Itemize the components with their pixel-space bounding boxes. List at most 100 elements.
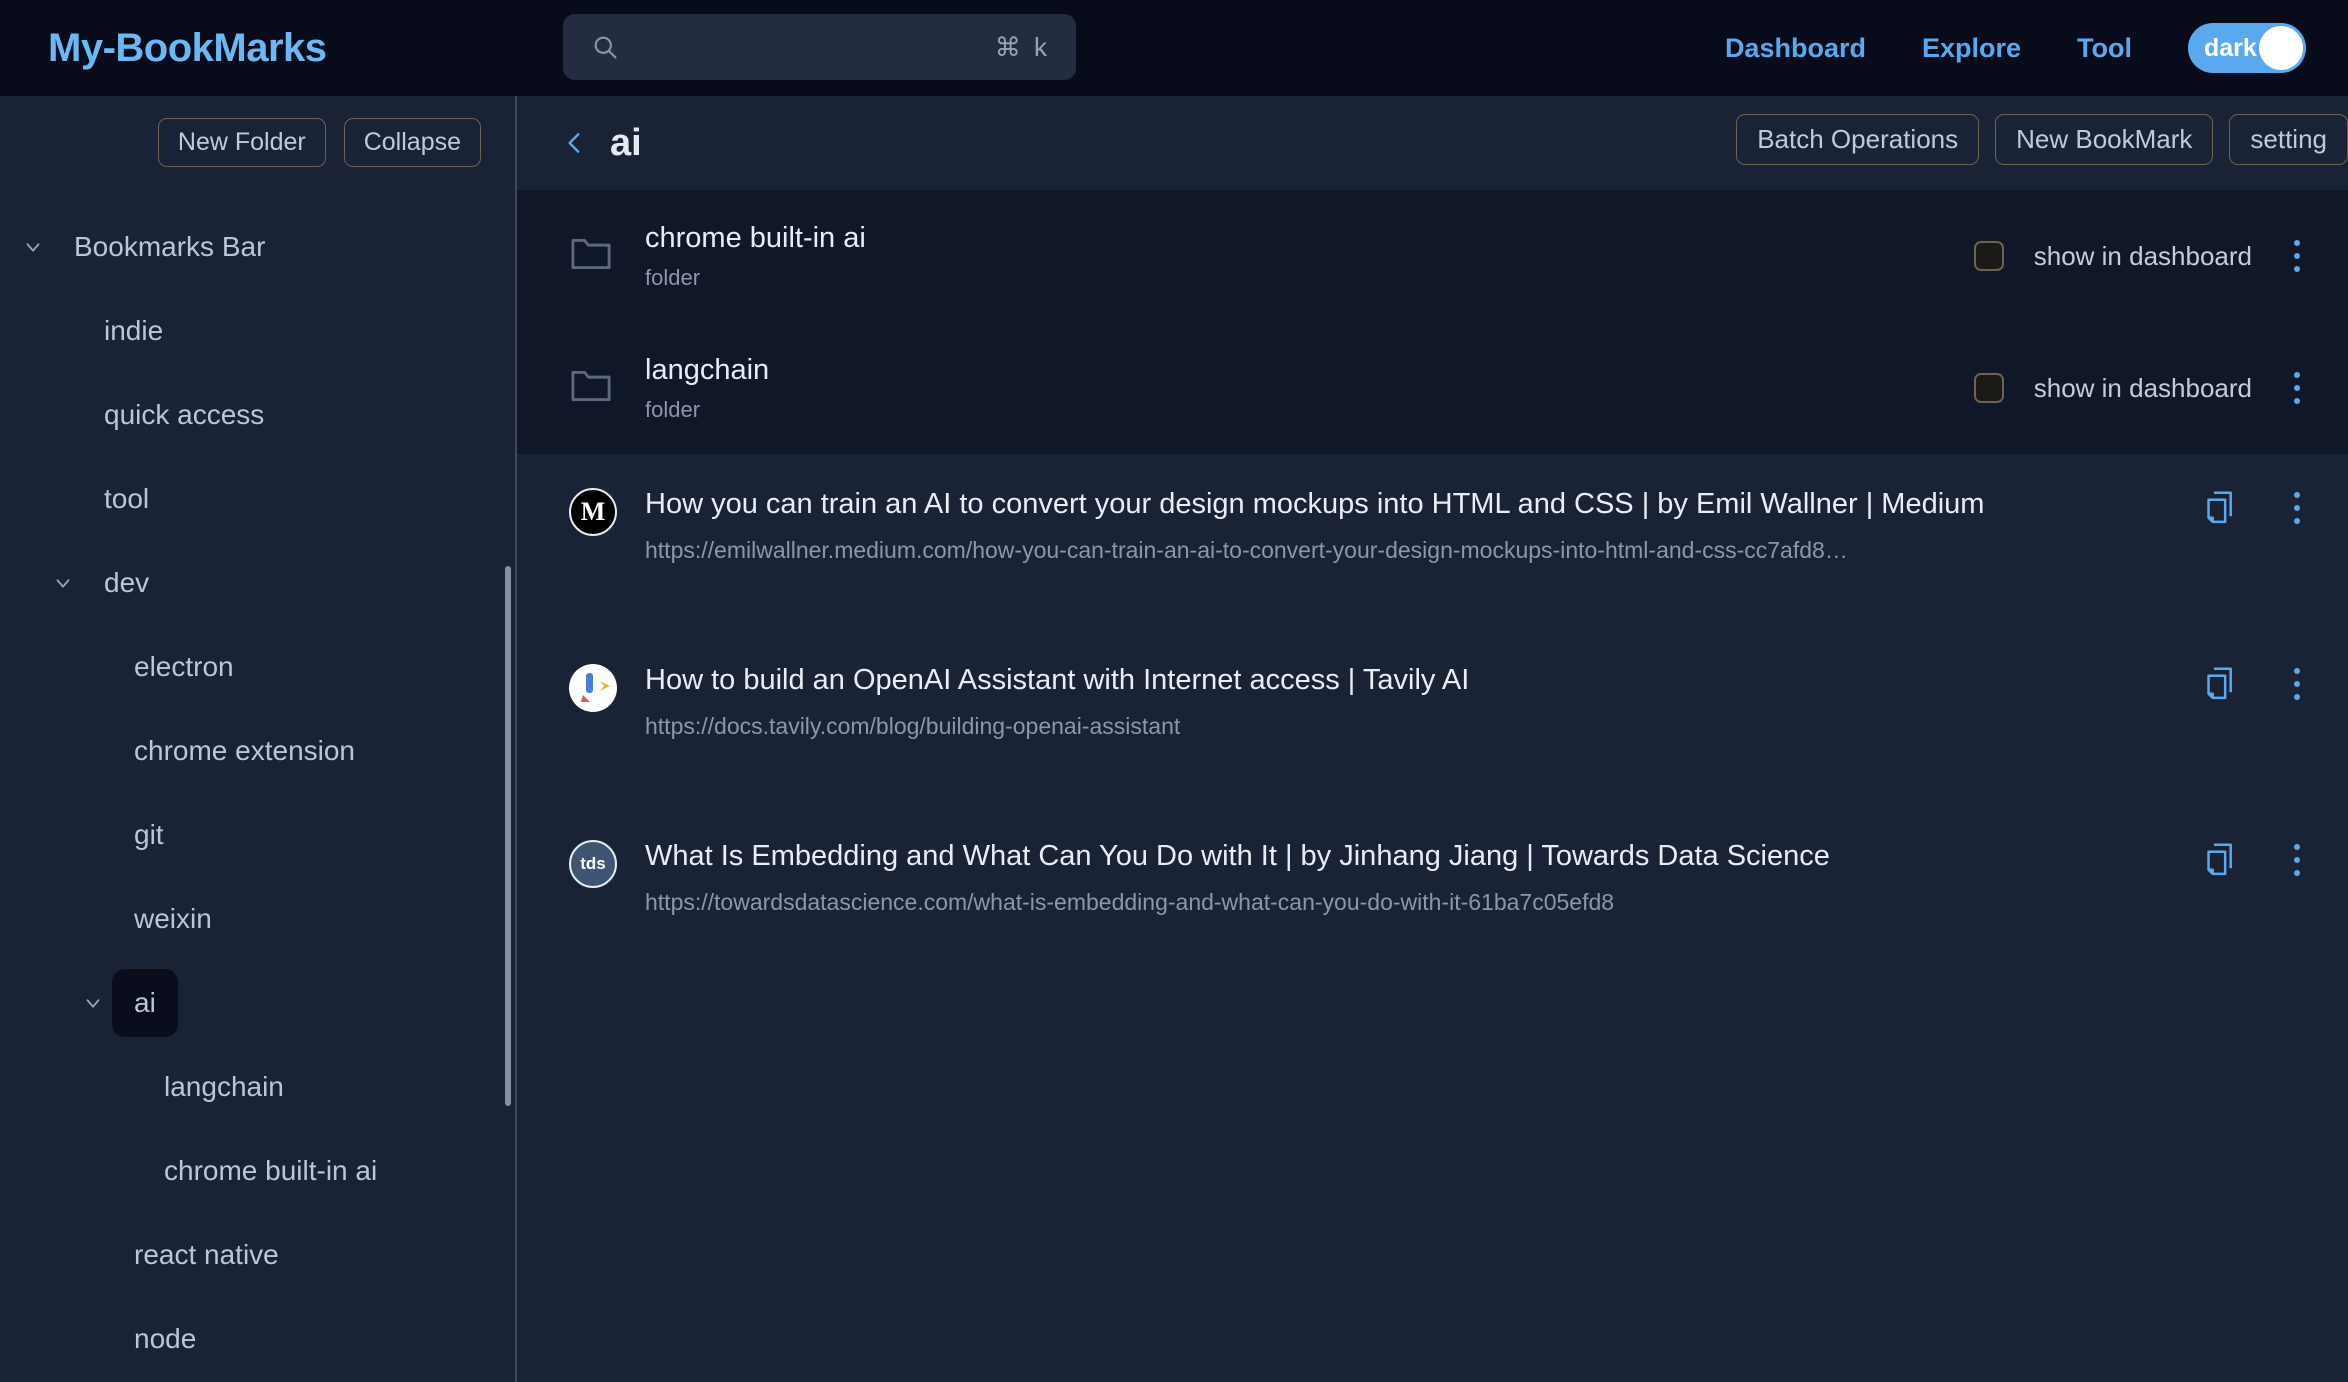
collapse-button[interactable]: Collapse [343,118,481,167]
show-in-dashboard-checkbox[interactable] [1973,241,2004,271]
sidebar-item-pill: react native [112,1221,301,1289]
folder-name: chrome built-in ai [645,221,866,254]
bookmark-title: How you can train an AI to convert your … [645,488,1985,520]
content-panel: ai Batch Operations New BookMark setting… [517,96,2348,1382]
sidebar-item-indie[interactable]: indie [0,289,515,373]
new-folder-button[interactable]: New Folder [157,118,326,167]
sidebar-item-label: react native [134,1239,279,1270]
bookmark-texts: How to build an OpenAI Assistant with In… [645,664,1469,740]
bookmark-list: M How you can train an AI to convert your… [517,454,2348,982]
sidebar-item-label: chrome built-in ai [164,1155,378,1186]
search-shortcut-hint: ⌘ k [994,31,1050,62]
folder-more-menu[interactable] [2282,366,2312,410]
bookmark-title: What Is Embedding and What Can You Do wi… [645,840,1830,872]
chevron-down-icon[interactable] [44,572,82,594]
folder-row[interactable]: chrome built-in ai folder show in dashboar… [517,190,2348,322]
bookmark-title: How to build an OpenAI Assistant with In… [645,664,1470,696]
kebab-dot [2294,844,2300,850]
kebab-dot [2294,857,2300,863]
new-bookmark-button[interactable]: New BookMark [1995,114,2214,165]
kebab-dot [2294,372,2300,378]
bookmark-row[interactable]: M How you can train an AI to convert your… [517,454,2348,630]
show-in-dashboard-label: show in dashboard [2033,372,2252,403]
sidebar-item-dev[interactable]: dev [0,541,515,625]
sidebar-item-pill: chrome extension [112,717,377,785]
kebab-dot [2294,681,2300,687]
body-wrapper: New Folder Collapse Bookmarks Bar indie qu… [0,96,2348,1382]
chevron-down-icon[interactable] [14,236,52,258]
bookmark-row-actions [2204,838,2312,882]
kebab-dot [2294,398,2300,404]
folder-type: folder [645,396,701,422]
content-actions: Batch Operations New BookMark setting [1736,114,2348,165]
kebab-dot [2294,240,2300,246]
sidebar-item-label: chrome extension [134,735,356,766]
nav-link-explore[interactable]: Explore [1922,33,2021,64]
sidebar-item-chrome-extension[interactable]: chrome extension [0,709,515,793]
folder-texts: langchain folder [645,354,769,423]
kebab-dot [2294,505,2300,511]
folder-icon [569,235,613,278]
search-box[interactable]: ⌘ k [563,14,1076,80]
bookmark-url: https://docs.tavily.com/blog/building-op… [645,713,1181,739]
sidebar-item-node[interactable]: node [0,1297,515,1381]
sidebar-item-pill: indie [82,297,185,365]
folder-name: langchain [645,353,770,386]
folder-more-menu[interactable] [2282,234,2312,278]
sidebar-item-label: ai [134,987,156,1018]
folder-list: chrome built-in ai folder show in dashboar… [517,190,2348,454]
bookmark-more-menu[interactable] [2282,486,2312,530]
bookmark-tree: Bookmarks Bar indie quick access tool dev ele… [0,205,515,1381]
show-in-dashboard-checkbox[interactable] [1973,373,2004,403]
bookmark-row-actions [2204,662,2312,706]
sidebar-item-tool[interactable]: tool [0,457,515,541]
kebab-dot [2294,870,2300,876]
sidebar-item-pill: chrome built-in ai [142,1137,399,1205]
bookmark-row[interactable]: tds What Is Embedding and What Can You Do… [517,806,2348,982]
bookmark-row[interactable]: How to build an OpenAI Assistant with In… [517,630,2348,806]
chevron-left-icon[interactable] [562,128,588,158]
setting-button[interactable]: setting [2229,114,2348,165]
folder-icon [569,367,613,410]
tavily-favicon [569,664,617,712]
kebab-dot [2294,385,2300,391]
show-in-dashboard-label: show in dashboard [2033,240,2252,271]
sidebar-item-weixin[interactable]: weixin [0,877,515,961]
sidebar-item-electron[interactable]: electron [0,625,515,709]
nav-link-dashboard[interactable]: Dashboard [1725,33,1866,64]
sidebar-item-react-native[interactable]: react native [0,1213,515,1297]
sidebar-actions: New Folder Collapse [0,96,515,167]
towards-data-science-favicon: tds [569,840,617,888]
nav-link-tool[interactable]: Tool [2077,33,2132,64]
bookmark-more-menu[interactable] [2282,838,2312,882]
chevron-down-icon[interactable] [74,992,112,1014]
copy-icon[interactable] [2204,666,2238,702]
sidebar-item-chrome-built-in-ai[interactable]: chrome built-in ai [0,1129,515,1213]
sidebar-item-pill: ai [112,969,178,1037]
sidebar-item-pill: node [112,1305,218,1373]
top-nav: Dashboard Explore Tool dark [1725,0,2306,96]
dark-mode-toggle[interactable]: dark [2188,23,2306,73]
sidebar-item-langchain[interactable]: langchain [0,1045,515,1129]
sidebar-item-label: electron [134,651,234,682]
sidebar-item-Bookmarks-Bar[interactable]: Bookmarks Bar [0,205,515,289]
copy-icon[interactable] [2204,842,2238,878]
kebab-dot [2294,668,2300,674]
bookmark-texts: What Is Embedding and What Can You Do wi… [645,840,1830,916]
batch-operations-button[interactable]: Batch Operations [1736,114,1980,165]
sidebar-item-git[interactable]: git [0,793,515,877]
sidebar-item-pill: electron [112,633,256,701]
sidebar-scrollbar[interactable] [505,566,511,1106]
copy-icon[interactable] [2204,490,2238,526]
sidebar-item-pill: git [112,801,186,869]
kebab-dot [2294,266,2300,272]
dark-mode-toggle-knob [2259,26,2303,70]
sidebar-item-ai[interactable]: ai [0,961,515,1045]
search-input[interactable] [635,33,995,61]
bookmark-more-menu[interactable] [2282,662,2312,706]
bookmark-row-actions [2204,486,2312,530]
sidebar-item-pill: quick access [82,381,286,449]
sidebar-item-quick-access[interactable]: quick access [0,373,515,457]
folder-row[interactable]: langchain folder show in dashboard [517,322,2348,454]
sidebar-item-pill: langchain [142,1053,306,1121]
